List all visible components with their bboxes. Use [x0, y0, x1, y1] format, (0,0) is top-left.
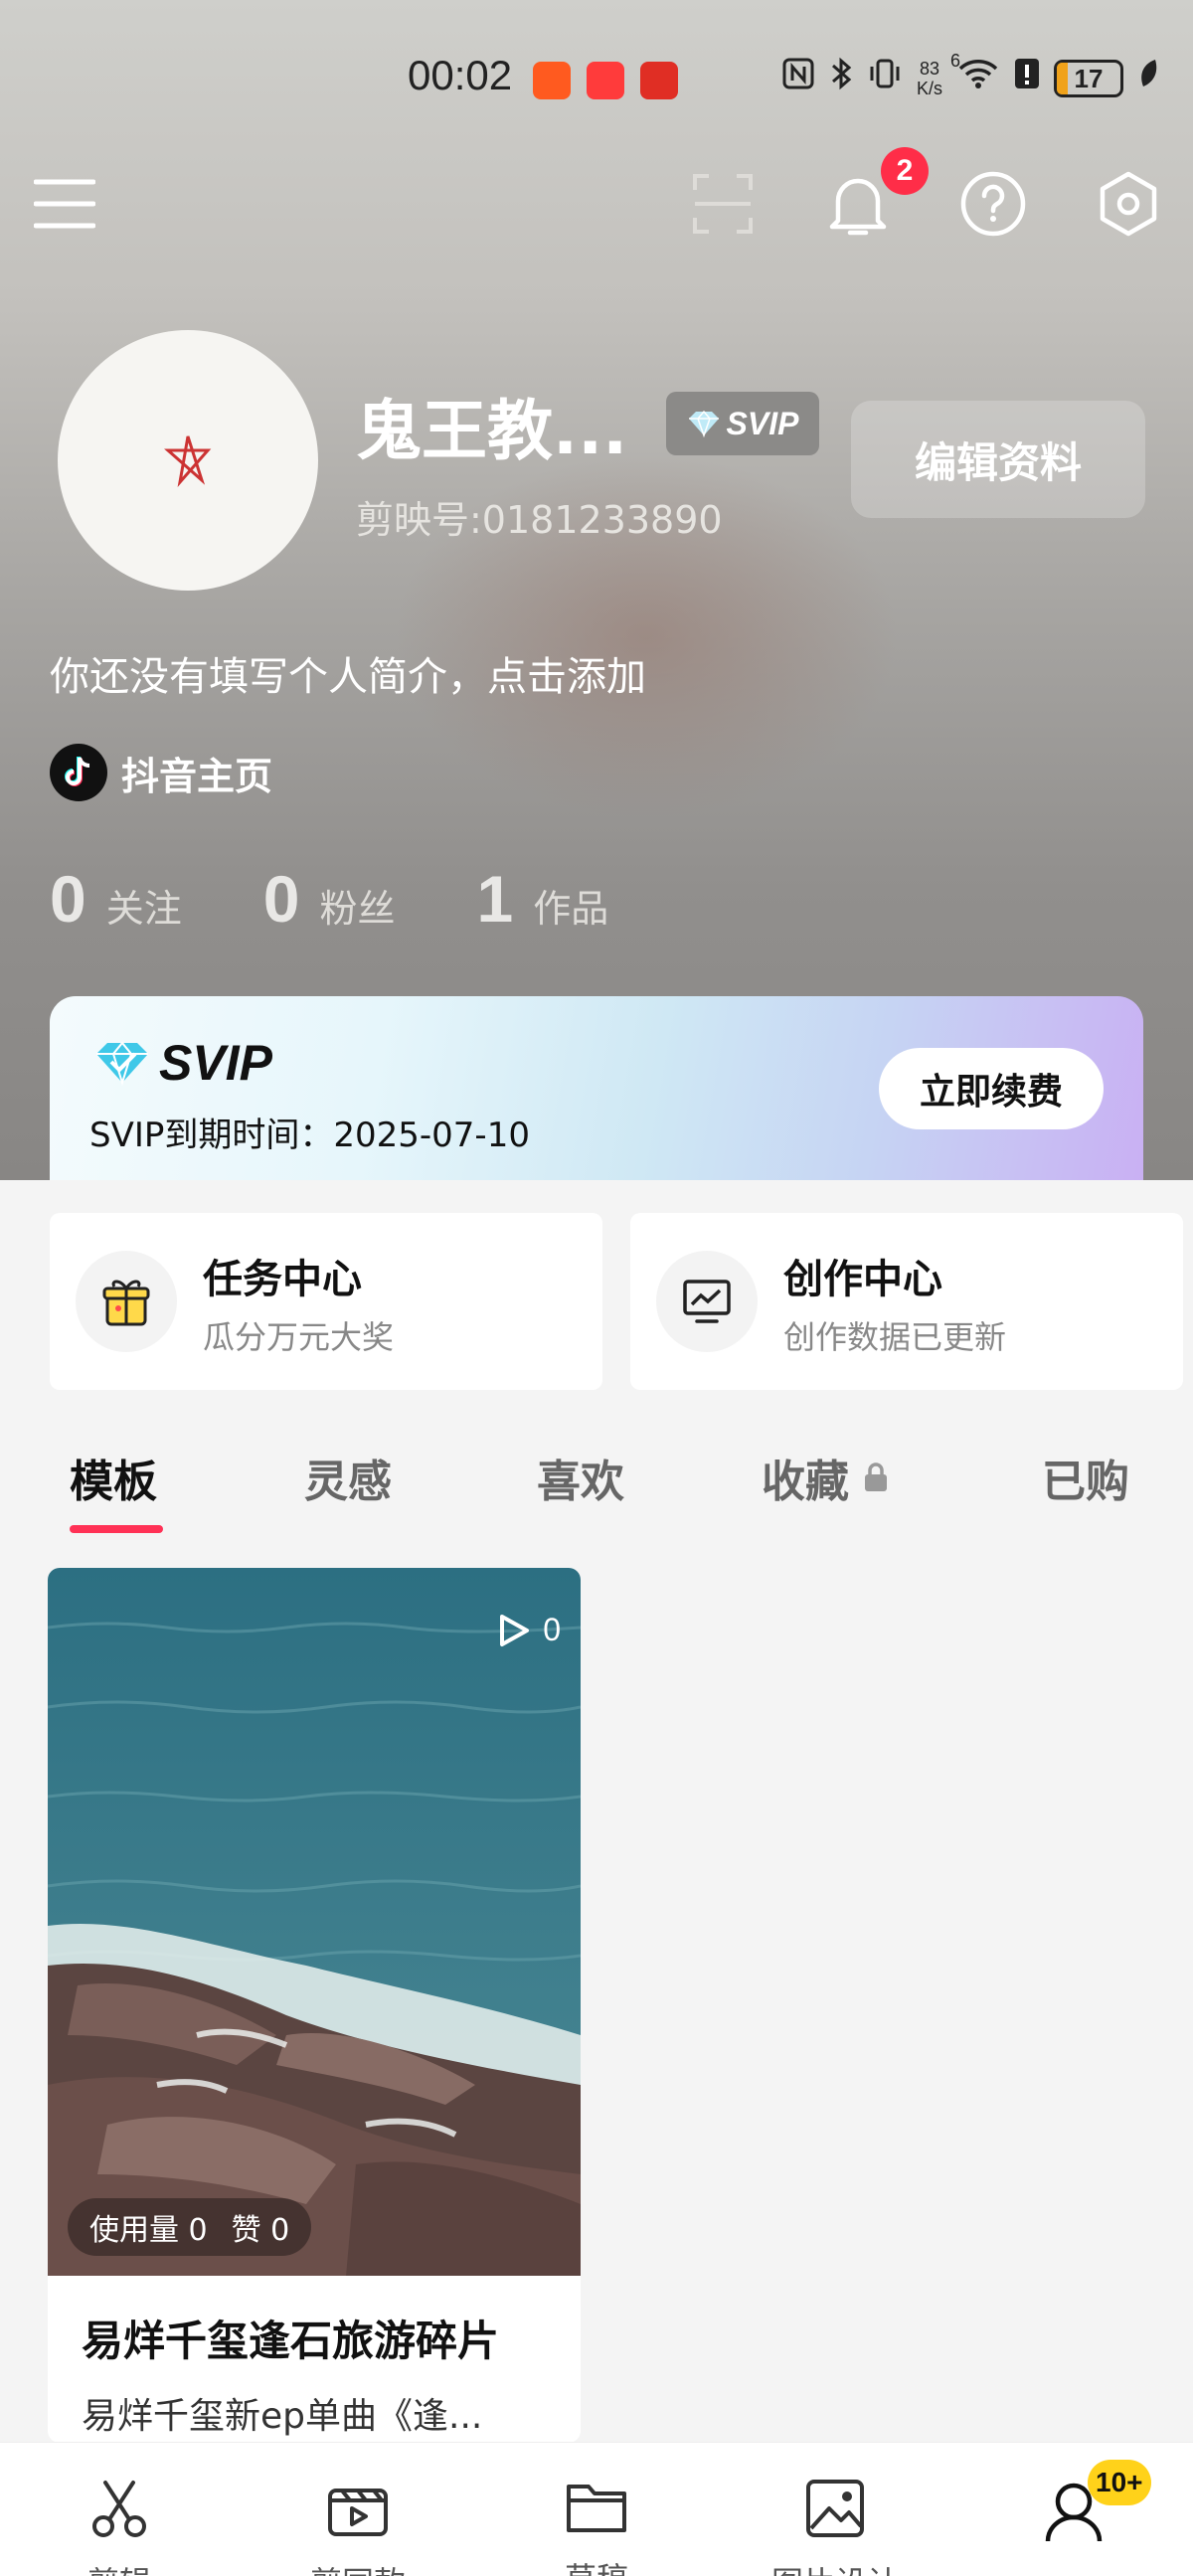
- folder-icon: [562, 2477, 631, 2536]
- monitor-chart-icon: [656, 1251, 758, 1352]
- stat-following[interactable]: 0 关注: [50, 861, 182, 937]
- template-thumbnail: [48, 1568, 581, 2276]
- svip-logo: SVIP: [93, 1034, 272, 1092]
- help-button[interactable]: [956, 167, 1030, 241]
- wifi-icon: 6: [950, 51, 1000, 99]
- battery-indicator: 17: [1054, 59, 1123, 97]
- edit-profile-button[interactable]: 编辑资料: [851, 401, 1145, 518]
- vibrate-icon: [867, 56, 903, 100]
- scan-icon: [693, 174, 753, 234]
- tab-inspiration[interactable]: 灵感: [304, 1446, 392, 1509]
- settings-button[interactable]: [1092, 167, 1165, 241]
- svip-badge[interactable]: SVIP: [666, 392, 819, 455]
- help-icon: [960, 171, 1026, 237]
- pinduoduo-app-icon: [640, 62, 678, 99]
- active-tab-indicator: [70, 1525, 163, 1533]
- clapper-icon: [323, 2477, 393, 2540]
- diamond-icon: [688, 410, 719, 437]
- lock-icon: [865, 1462, 887, 1491]
- douyin-homepage-link[interactable]: 抖音主页: [50, 744, 272, 801]
- diamond-icon: [96, 1041, 148, 1086]
- star-doodle-icon: [164, 435, 212, 488]
- status-bar: 00:02 83 K/s 6 17: [0, 50, 1193, 109]
- bluetooth-icon: [829, 56, 853, 100]
- settings-icon: [1100, 171, 1157, 237]
- tab-templates[interactable]: 模板: [70, 1446, 157, 1509]
- template-usage-stats: 使用量 0 赞 0: [68, 2198, 312, 2256]
- gift-icon: [76, 1251, 177, 1352]
- renew-button[interactable]: 立即续费: [879, 1048, 1104, 1129]
- tab-purchased[interactable]: 已购: [1042, 1446, 1129, 1509]
- nfc-icon: [781, 57, 815, 99]
- nav-profile[interactable]: [954, 2443, 1193, 2576]
- task-center-card[interactable]: 任务中心 瓜分万元大奖: [50, 1213, 602, 1390]
- username: 鬼王教...: [356, 393, 628, 469]
- nav-edit[interactable]: 剪辑: [0, 2443, 239, 2576]
- play-count: 0: [497, 1612, 561, 1648]
- nav-drafts[interactable]: 草稿: [477, 2443, 716, 2576]
- bottom-navigation: 剪辑 剪同款 草稿 图片设计: [0, 2442, 1193, 2576]
- net-speed: 83 K/s: [916, 58, 942, 98]
- play-icon: [500, 1614, 530, 1646]
- alert-icon: [1014, 56, 1040, 100]
- status-indicators: 83 K/s 6 17: [781, 51, 1159, 100]
- notification-badge: 2: [881, 147, 929, 195]
- leaf-icon: [1137, 57, 1159, 99]
- huawei-app-icon: [587, 62, 624, 99]
- taobao-app-icon: [533, 62, 571, 99]
- status-time: 00:02: [408, 52, 513, 98]
- svip-banner[interactable]: SVIP SVIP到期时间：2025-07-10 立即续费: [50, 996, 1143, 1185]
- tab-favorites[interactable]: 收藏: [762, 1446, 889, 1509]
- avatar[interactable]: [58, 330, 318, 591]
- menu-icon: [34, 179, 95, 229]
- content-tabs: 模板 灵感 喜欢 收藏 已购: [0, 1434, 1193, 1533]
- image-icon: [800, 2477, 870, 2540]
- stat-followers[interactable]: 0 粉丝: [263, 861, 396, 937]
- tab-likes[interactable]: 喜欢: [537, 1446, 624, 1509]
- scissors-icon: [85, 2477, 154, 2540]
- template-title: 易烊千玺逢石旅游碎片: [82, 2317, 500, 2365]
- bio-prompt[interactable]: 你还没有填写个人简介，点击添加: [50, 644, 646, 702]
- profile-stats: 0 关注 0 粉丝 1 作品: [50, 861, 690, 937]
- profile-notification-badge: 10+: [1088, 2460, 1151, 2505]
- nav-template[interactable]: 剪同款: [239, 2443, 477, 2576]
- template-description: 易烊千玺新ep单曲《逢...: [82, 2396, 483, 2437]
- douyin-icon: [50, 744, 107, 801]
- jianying-id: 剪映号:0181233890: [356, 498, 723, 542]
- menu-button[interactable]: [28, 167, 101, 241]
- stat-works[interactable]: 1 作品: [476, 861, 608, 937]
- template-card[interactable]: 0 使用量 0 赞 0 易烊千玺逢石旅游碎片 易烊千玺新ep单曲《逢...: [48, 1568, 581, 2443]
- scan-button[interactable]: [686, 167, 760, 241]
- nav-image-design[interactable]: 图片设计: [716, 2443, 954, 2576]
- creation-center-card[interactable]: 创作中心 创作数据已更新: [630, 1213, 1183, 1390]
- svip-expire-date: SVIP到期时间：2025-07-10: [89, 1116, 530, 1155]
